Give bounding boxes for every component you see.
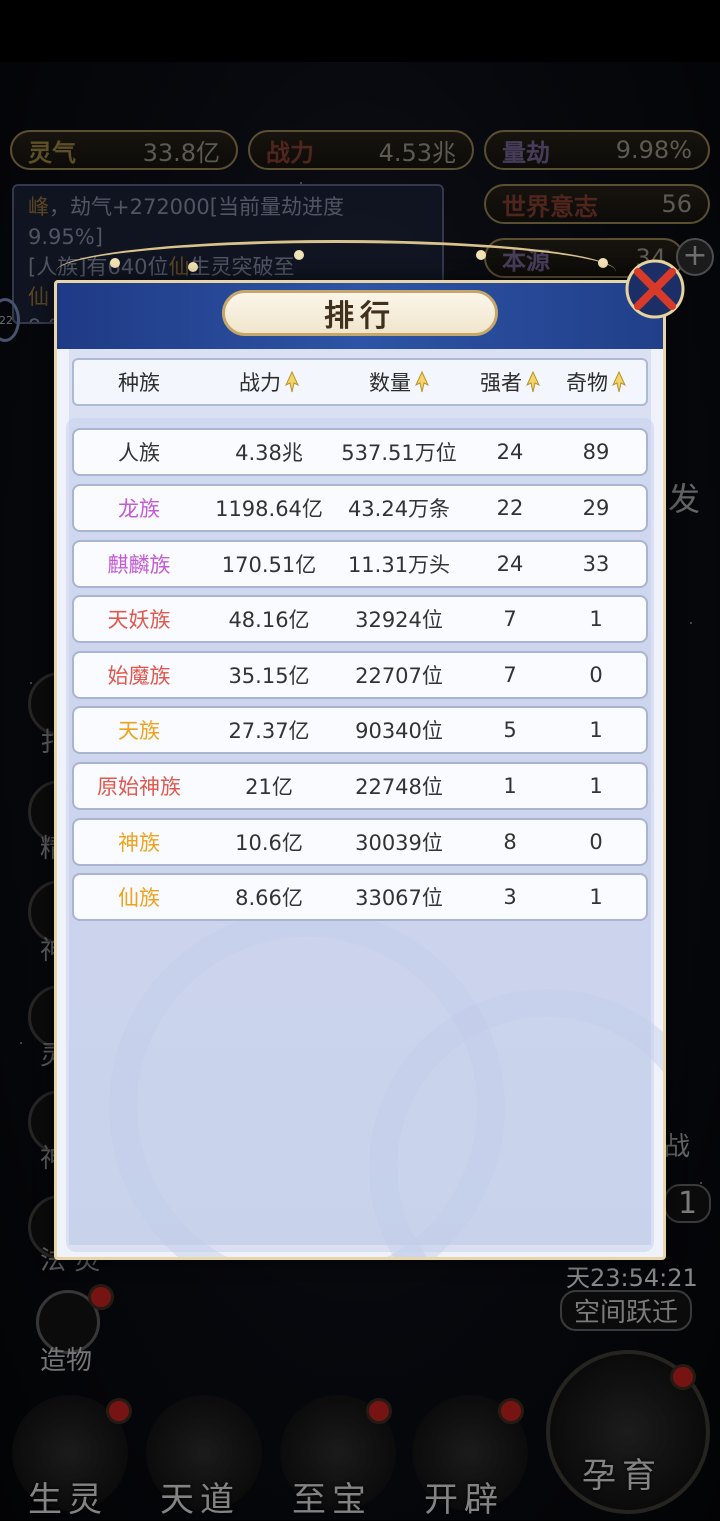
sort-arrow-icon — [285, 371, 299, 393]
race-strong: 5 — [503, 718, 517, 742]
table-row[interactable]: 人族 4.38兆 537.51万位 24 89 — [72, 428, 648, 476]
race-treasure: 29 — [582, 496, 610, 520]
column-power-label: 战力 — [239, 371, 281, 395]
race-name: 神族 — [118, 831, 160, 855]
race-strong: 7 — [503, 663, 517, 687]
race-name: 龙族 — [118, 497, 160, 521]
table-row[interactable]: 原始神族 21亿 22748位 1 1 — [72, 762, 648, 810]
race-count: 33067位 — [355, 886, 443, 910]
race-count: 22707位 — [355, 664, 443, 688]
race-treasure: 33 — [582, 552, 610, 576]
arc-dot — [294, 250, 304, 260]
arc-dot — [110, 258, 120, 268]
race-name: 原始神族 — [97, 775, 181, 799]
race-strong: 24 — [496, 440, 524, 464]
race-name: 仙族 — [118, 886, 160, 910]
race-treasure: 0 — [589, 663, 603, 687]
race-count: 32924位 — [355, 608, 443, 632]
column-strong[interactable]: 强者 — [464, 367, 556, 397]
race-strong: 7 — [503, 607, 517, 631]
race-power: 48.16亿 — [228, 608, 310, 632]
column-count[interactable]: 数量 — [334, 367, 464, 397]
modal-title: 排行 — [222, 290, 498, 336]
table-row[interactable]: 天族 27.37亿 90340位 5 1 — [72, 706, 648, 754]
race-count: 43.24万条 — [347, 497, 451, 521]
column-race: 种族 — [74, 367, 204, 397]
race-count: 537.51万位 — [341, 441, 457, 465]
column-strong-label: 强者 — [480, 371, 522, 395]
race-strong: 1 — [503, 774, 517, 798]
arc-dot — [598, 258, 608, 268]
race-power: 35.15亿 — [228, 664, 310, 688]
race-power: 170.51亿 — [221, 553, 317, 577]
table-row[interactable]: 麒麟族 170.51亿 11.31万头 24 33 — [72, 540, 648, 588]
race-count: 11.31万头 — [347, 553, 451, 577]
race-treasure: 1 — [589, 718, 603, 742]
table-header: 种族 战力 数量 强者 奇物 — [72, 358, 648, 406]
race-name: 天妖族 — [107, 608, 171, 632]
race-count: 30039位 — [355, 831, 443, 855]
race-treasure: 0 — [589, 830, 603, 854]
table-row[interactable]: 仙族 8.66亿 33067位 3 1 — [72, 873, 648, 921]
column-treasure[interactable]: 奇物 — [556, 367, 636, 397]
race-treasure: 1 — [589, 774, 603, 798]
race-treasure: 1 — [589, 607, 603, 631]
table-row[interactable]: 龙族 1198.64亿 43.24万条 22 29 — [72, 484, 648, 532]
race-power: 8.66亿 — [235, 886, 303, 910]
arc-dot — [188, 262, 198, 272]
table-row[interactable]: 始魔族 35.15亿 22707位 7 0 — [72, 651, 648, 699]
table-row[interactable]: 天妖族 48.16亿 32924位 7 1 — [72, 595, 648, 643]
sort-arrow-icon — [612, 371, 626, 393]
race-name: 麒麟族 — [107, 553, 171, 577]
race-strong: 22 — [496, 496, 524, 520]
race-count: 22748位 — [355, 775, 443, 799]
race-count: 90340位 — [355, 719, 443, 743]
column-power[interactable]: 战力 — [204, 367, 334, 397]
column-treasure-label: 奇物 — [566, 371, 608, 395]
race-strong: 3 — [503, 885, 517, 909]
arc-dot — [476, 250, 486, 260]
race-treasure: 89 — [582, 440, 610, 464]
race-strong: 8 — [503, 830, 517, 854]
race-power: 27.37亿 — [228, 719, 310, 743]
race-power: 10.6亿 — [235, 831, 303, 855]
close-button[interactable] — [624, 258, 686, 320]
sort-arrow-icon — [415, 371, 429, 393]
race-power: 4.38兆 — [235, 441, 303, 465]
race-strong: 24 — [496, 552, 524, 576]
race-power: 1198.64亿 — [215, 497, 323, 521]
race-name: 天族 — [118, 719, 160, 743]
column-race-label: 种族 — [118, 371, 160, 395]
close-icon — [625, 259, 685, 319]
table-row[interactable]: 神族 10.6亿 30039位 8 0 — [72, 818, 648, 866]
sort-arrow-icon — [526, 371, 540, 393]
race-power: 21亿 — [245, 775, 293, 799]
column-count-label: 数量 — [369, 371, 411, 395]
race-treasure: 1 — [589, 885, 603, 909]
race-name: 始魔族 — [107, 664, 171, 688]
race-name: 人族 — [118, 441, 160, 465]
